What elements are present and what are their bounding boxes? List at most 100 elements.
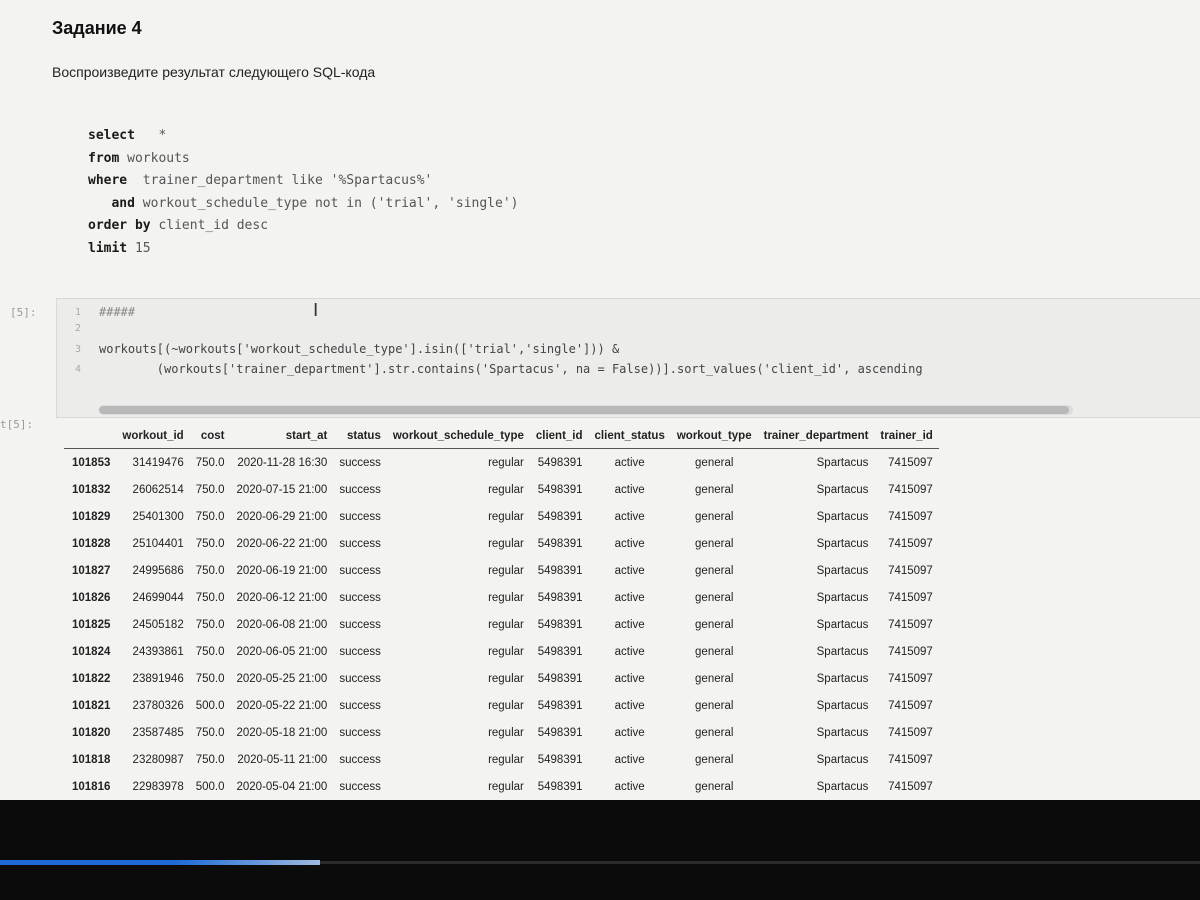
table-cell: success bbox=[339, 780, 381, 793]
table-cell: general bbox=[695, 564, 734, 577]
line-number: 3 bbox=[75, 344, 82, 355]
table-cell: active bbox=[614, 780, 645, 793]
table-cell: 22983978 bbox=[132, 780, 184, 793]
table-cell: 2020-06-19 21:00 bbox=[236, 564, 328, 577]
column-header: cost bbox=[189, 424, 231, 449]
table-cell: regular bbox=[488, 618, 524, 631]
table-cell: 26062514 bbox=[132, 483, 184, 496]
sql-keyword: and bbox=[88, 195, 135, 211]
table-cell: 750.0 bbox=[195, 672, 225, 685]
sql-line: limit 15 bbox=[88, 241, 151, 256]
sql-line: from workouts bbox=[88, 151, 190, 166]
code-cell-editor[interactable]: 1 2 3 4 ##### workouts[(~workouts['workout_s… bbox=[56, 298, 1200, 418]
table-cell: 2020-06-29 21:00 bbox=[236, 510, 328, 523]
table-cell: 25104401 bbox=[132, 537, 184, 550]
sql-keyword: from bbox=[88, 150, 120, 166]
table-cell: active bbox=[614, 618, 645, 631]
table-row: 101832 26062514 750.0 2020-07-15 21:00 succe… bbox=[64, 476, 939, 503]
table-cell: active bbox=[614, 537, 645, 550]
table-cell: general bbox=[695, 672, 734, 685]
table-cell: 750.0 bbox=[195, 456, 225, 469]
code-line[interactable]: (workouts['trainer_department'].str.cont… bbox=[99, 362, 923, 376]
table-cell: 5498391 bbox=[537, 483, 583, 496]
table-cell: regular bbox=[488, 780, 524, 793]
horizontal-scrollbar[interactable] bbox=[99, 405, 1073, 415]
table-cell: 7415097 bbox=[888, 564, 933, 577]
sql-line: order by client_id desc bbox=[88, 218, 268, 233]
table-cell: 7415097 bbox=[888, 537, 933, 550]
table-row: 101828 25104401 750.0 2020-06-22 21:00 succe… bbox=[64, 530, 939, 557]
index-header bbox=[64, 424, 117, 449]
row-index-cell: 101825 bbox=[72, 618, 111, 631]
column-header: trainer_id bbox=[874, 424, 939, 449]
table-cell: 500.0 bbox=[195, 780, 225, 793]
table-cell: 7415097 bbox=[888, 618, 933, 631]
table-cell: 2020-07-15 21:00 bbox=[236, 483, 328, 496]
table-cell: 5498391 bbox=[537, 564, 583, 577]
table-cell: 7415097 bbox=[888, 510, 933, 523]
table-cell: 750.0 bbox=[195, 537, 225, 550]
table-cell: success bbox=[339, 672, 381, 685]
row-index-cell: 101821 bbox=[72, 699, 111, 712]
row-index-cell: 101829 bbox=[72, 510, 111, 523]
row-index-cell: 101816 bbox=[72, 780, 111, 793]
table-cell: general bbox=[695, 537, 734, 550]
table-cell: 7415097 bbox=[888, 780, 933, 793]
column-header: workout_type bbox=[670, 424, 758, 449]
sql-line: where trainer_department like '%Spartacu… bbox=[88, 173, 432, 188]
table-cell: 2020-05-25 21:00 bbox=[236, 672, 328, 685]
table-cell: 750.0 bbox=[195, 564, 225, 577]
table-cell: 7415097 bbox=[888, 645, 933, 658]
column-header: workout_id bbox=[116, 424, 190, 449]
table-cell: 5498391 bbox=[537, 780, 583, 793]
table-cell: Spartacus bbox=[816, 510, 869, 523]
table-row: 101853 31419476 750.0 2020-11-28 16:30 succe… bbox=[64, 449, 939, 477]
column-header: start_at bbox=[230, 424, 334, 449]
table-cell: 23587485 bbox=[132, 726, 184, 739]
table-cell: regular bbox=[488, 645, 524, 658]
video-progress-bar[interactable] bbox=[0, 860, 320, 865]
table-cell: 2020-05-11 21:00 bbox=[237, 753, 328, 766]
table-cell: 5498391 bbox=[537, 618, 583, 631]
output-prompt: t[5]: bbox=[0, 418, 34, 431]
sql-keyword: limit bbox=[88, 240, 128, 256]
table-cell: active bbox=[614, 726, 645, 739]
sql-line: and workout_schedule_type not in ('trial… bbox=[88, 196, 518, 211]
table-cell: 2020-05-18 21:00 bbox=[236, 726, 328, 739]
dataframe-output-table: workout_id cost start_at status workout_sche… bbox=[64, 424, 939, 800]
table-cell: general bbox=[695, 645, 734, 658]
table-cell: 7415097 bbox=[888, 672, 933, 685]
table-cell: 5498391 bbox=[537, 537, 583, 550]
code-line[interactable]: ##### bbox=[99, 305, 135, 319]
table-cell: 23891946 bbox=[132, 672, 184, 685]
row-index-cell: 101853 bbox=[72, 456, 111, 469]
table-cell: active bbox=[614, 456, 645, 469]
table-cell: regular bbox=[488, 510, 524, 523]
code-line[interactable]: workouts[(~workouts['workout_schedule_ty… bbox=[99, 342, 619, 356]
table-cell: 750.0 bbox=[195, 645, 225, 658]
table-cell: 7415097 bbox=[888, 483, 933, 496]
table-cell: 24505182 bbox=[132, 618, 184, 631]
table-cell: success bbox=[339, 456, 381, 469]
table-cell: active bbox=[614, 510, 645, 523]
row-index-cell: 101827 bbox=[72, 564, 111, 577]
line-number: 2 bbox=[75, 323, 82, 334]
table-row: 101824 24393861 750.0 2020-06-05 21:00 succe… bbox=[64, 638, 939, 665]
table-row: 101822 23891946 750.0 2020-05-25 21:00 succe… bbox=[64, 665, 939, 692]
table-cell: regular bbox=[488, 564, 524, 577]
sql-text: client_id desc bbox=[150, 218, 269, 233]
table-cell: general bbox=[695, 483, 734, 496]
row-index-cell: 101818 bbox=[72, 753, 111, 766]
table-cell: 2020-06-08 21:00 bbox=[236, 618, 328, 631]
table-cell: Spartacus bbox=[816, 456, 869, 469]
table-cell: 24393861 bbox=[132, 645, 184, 658]
table-cell: 5498391 bbox=[537, 672, 583, 685]
sql-keyword: order by bbox=[88, 218, 151, 233]
table-cell: regular bbox=[488, 753, 524, 766]
table-cell: 7415097 bbox=[888, 591, 933, 604]
scrollbar-thumb[interactable] bbox=[99, 406, 1069, 414]
sql-text: * bbox=[134, 128, 167, 143]
table-cell: success bbox=[339, 753, 381, 766]
row-index-cell: 101832 bbox=[72, 483, 111, 496]
table-cell: 7415097 bbox=[888, 456, 933, 469]
